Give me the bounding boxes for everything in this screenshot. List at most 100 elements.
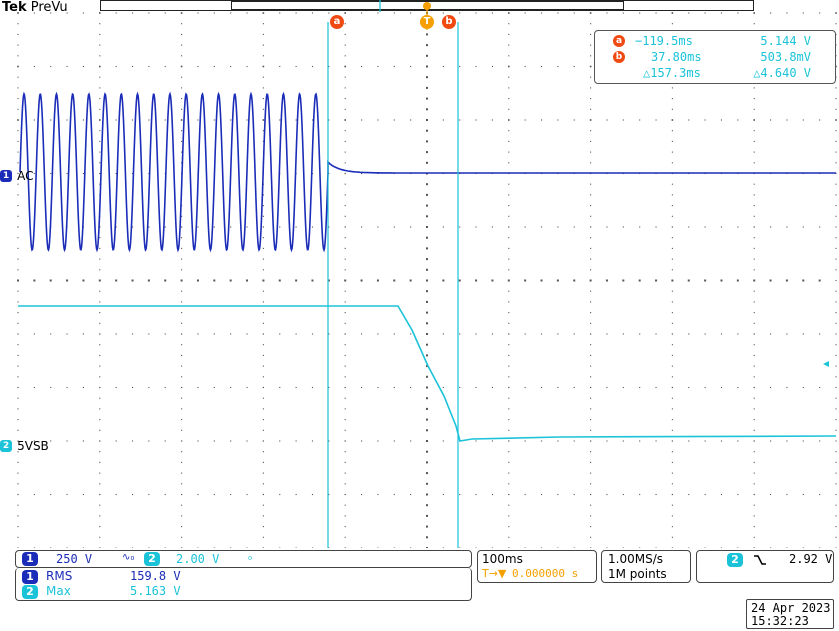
grid-dot bbox=[639, 493, 641, 496]
grid-dot bbox=[508, 536, 510, 538]
trigger-panel[interactable]: 2 2.92 V bbox=[696, 550, 834, 583]
grid-dot bbox=[688, 547, 690, 548]
grid-dot bbox=[442, 333, 444, 335]
grid-dot bbox=[148, 12, 150, 14]
timebase-panel[interactable]: 100ms T→▼ 0.000000 s bbox=[477, 550, 597, 583]
vertical-settings-panel[interactable]: 1 250 V ∿₀ 2 2.00 V ₀ bbox=[15, 550, 472, 568]
grid-dot bbox=[99, 12, 101, 14]
trigger-level[interactable]: 2.92 V bbox=[789, 552, 832, 566]
grid-dot bbox=[82, 440, 84, 442]
grid-dot bbox=[115, 333, 117, 335]
cursor-b-badge[interactable]: b bbox=[442, 15, 456, 29]
grid-dot bbox=[311, 119, 314, 121]
grid-dot bbox=[17, 258, 19, 260]
ch1-marker[interactable]: 1 AC bbox=[0, 165, 33, 184]
grid-dot bbox=[753, 322, 755, 324]
grid-dot bbox=[311, 279, 314, 282]
grid-dot bbox=[99, 237, 101, 239]
grid-dot bbox=[17, 472, 19, 474]
grid-dot bbox=[590, 312, 592, 314]
date-label: 24 Apr 2023 bbox=[751, 601, 831, 615]
grid-dot bbox=[835, 108, 837, 110]
grid-dot bbox=[508, 290, 510, 292]
grid-dot bbox=[835, 183, 837, 185]
grid-dot bbox=[671, 386, 673, 389]
grid-dot bbox=[344, 23, 346, 25]
grid-dot bbox=[164, 226, 166, 228]
grid-dot bbox=[99, 55, 101, 57]
grid-dot bbox=[376, 279, 379, 282]
ch2-scale[interactable]: 2.00 V bbox=[176, 552, 219, 566]
grid-dot bbox=[508, 151, 510, 153]
grid-dot bbox=[639, 386, 641, 389]
grid-dot bbox=[393, 386, 395, 389]
grid-dot bbox=[279, 440, 281, 442]
grid-dot bbox=[835, 483, 837, 485]
grid-dot bbox=[508, 408, 510, 410]
ch1-scale[interactable]: 250 V bbox=[56, 552, 92, 566]
grid-dot bbox=[66, 547, 68, 548]
grid-dot bbox=[720, 440, 723, 442]
grid-dot bbox=[99, 247, 101, 249]
acquisition-panel[interactable]: 1.00MS/s 1M points bbox=[601, 550, 691, 583]
grid-dot bbox=[573, 547, 575, 548]
grid-dot bbox=[17, 55, 19, 57]
grid-dot bbox=[17, 76, 19, 78]
grid-dot bbox=[786, 547, 788, 548]
grid-dot bbox=[181, 12, 183, 14]
grid-dot bbox=[786, 119, 788, 121]
grid-dot bbox=[753, 301, 755, 303]
grid-dot bbox=[459, 119, 461, 121]
grid-dot bbox=[99, 365, 101, 367]
grid-dot bbox=[508, 483, 510, 485]
trigger-position-value[interactable]: 0.000000 s bbox=[512, 567, 578, 580]
grid-dot bbox=[508, 44, 510, 46]
cursor-delta-readout-row: △157.3ms △4.640 V bbox=[595, 66, 835, 82]
grid-dot bbox=[671, 419, 673, 421]
grid-dot bbox=[426, 547, 428, 548]
grid-dot bbox=[557, 386, 559, 389]
grid-dot bbox=[393, 279, 396, 282]
grid-dot bbox=[688, 12, 690, 14]
grid-dot bbox=[671, 162, 673, 164]
grid-dot bbox=[99, 344, 101, 346]
grid-dot bbox=[262, 23, 264, 25]
grid-dot bbox=[491, 333, 493, 335]
grid-dot bbox=[671, 226, 673, 228]
grid-dot bbox=[508, 183, 510, 185]
ch2-marker[interactable]: 2 5VSB bbox=[0, 435, 49, 454]
grid-dot bbox=[508, 312, 510, 314]
grid-dot bbox=[246, 547, 248, 548]
timebase-scale[interactable]: 100ms bbox=[482, 552, 523, 566]
grid-dot bbox=[753, 205, 755, 207]
grid-dot bbox=[590, 258, 592, 260]
grid-dot bbox=[835, 140, 837, 142]
grid-dot bbox=[573, 386, 575, 389]
grid-dot bbox=[753, 386, 755, 389]
grid-dot bbox=[426, 129, 428, 132]
grid-dot bbox=[835, 429, 837, 431]
grid-dot bbox=[344, 162, 346, 164]
grid-dot bbox=[835, 312, 837, 314]
grid-dot bbox=[262, 226, 264, 228]
measurements-panel[interactable]: 1 RMS 159.8 V 2 Max 5.163 V bbox=[15, 568, 472, 601]
grid-dot bbox=[279, 12, 281, 14]
grid-dot bbox=[98, 279, 101, 282]
trigger-level-arrow[interactable] bbox=[823, 361, 829, 367]
grid-dot bbox=[50, 172, 52, 175]
trigger-position-badge[interactable]: T bbox=[420, 15, 434, 29]
grid-dot bbox=[426, 290, 428, 293]
cursor-a-badge[interactable]: a bbox=[330, 15, 344, 29]
grid-dot bbox=[181, 76, 183, 78]
grid-dot bbox=[540, 440, 543, 442]
grid-dot bbox=[82, 547, 84, 548]
grid-dot bbox=[557, 12, 559, 14]
grid-dot bbox=[508, 55, 510, 57]
ch2-marker-number: 2 bbox=[0, 439, 12, 452]
grid-dot bbox=[524, 12, 526, 14]
cursor-a-readout-badge: a bbox=[613, 35, 625, 47]
grid-dot bbox=[655, 12, 657, 14]
grid-dot bbox=[508, 269, 510, 271]
grid-dot bbox=[590, 237, 592, 239]
grid-dot bbox=[262, 237, 264, 239]
